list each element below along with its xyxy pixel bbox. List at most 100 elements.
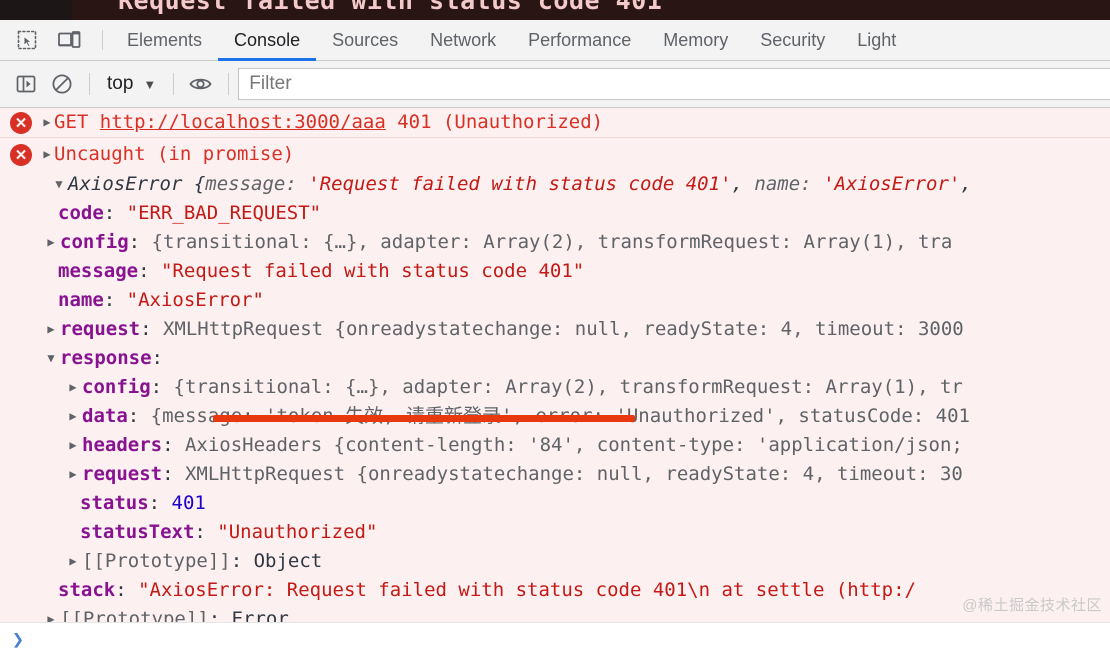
expand-arrow-icon[interactable]: ▶ xyxy=(66,547,80,576)
property-separator: : xyxy=(230,550,254,572)
expand-arrow-icon[interactable]: ▶ xyxy=(66,460,80,489)
devtools-panel: Elements Console Sources Network Perform… xyxy=(0,20,1110,656)
property-value-preview: XMLHttpRequest {onreadystatechange: null… xyxy=(162,318,964,340)
property-row-response-statustext[interactable]: statusText: "Unauthorized" xyxy=(0,518,1110,547)
toolbar-divider-1 xyxy=(89,73,90,95)
tab-memory[interactable]: Memory xyxy=(647,20,744,60)
tab-elements[interactable]: Elements xyxy=(111,20,218,60)
tab-sources-label: Sources xyxy=(332,29,399,50)
preview-sep-1: , xyxy=(731,173,743,195)
property-row-code[interactable]: code: "ERR_BAD_REQUEST" xyxy=(0,199,1110,228)
property-key: name xyxy=(58,289,104,311)
property-separator: : xyxy=(140,318,163,340)
property-row-response-headers[interactable]: ▶ headers: AxiosHeaders {content-length:… xyxy=(0,431,1110,460)
tab-lighthouse[interactable]: Light xyxy=(841,20,896,60)
collapse-arrow-icon[interactable]: ▼ xyxy=(44,344,58,373)
watermark: @稀土掘金技术社区 xyxy=(962,597,1102,614)
property-key: data xyxy=(82,405,128,427)
preview-key-name: name: xyxy=(754,173,812,195)
expand-arrow-icon[interactable]: ▶ xyxy=(40,108,54,137)
property-row-response-request[interactable]: ▶ request: XMLHttpRequest {onreadystatec… xyxy=(0,460,1110,489)
property-separator: : xyxy=(194,521,218,543)
tab-performance[interactable]: Performance xyxy=(512,20,647,60)
property-separator: : xyxy=(162,463,185,485)
console-prompt[interactable]: ❯ xyxy=(0,622,1110,656)
tab-network-label: Network xyxy=(430,29,497,50)
uncaught-label: Uncaught (in promise) xyxy=(54,143,295,165)
error-object-header[interactable]: ▼ AxiosError {message: 'Request failed w… xyxy=(0,170,1110,199)
property-separator: : xyxy=(148,492,172,514)
tab-performance-label: Performance xyxy=(528,29,632,50)
property-row-response[interactable]: ▼ response: xyxy=(0,344,1110,373)
expand-arrow-icon[interactable]: ▶ xyxy=(66,402,80,431)
property-key: statusText xyxy=(80,521,195,543)
execution-context-selector[interactable]: top ▼ xyxy=(99,69,164,99)
property-key: code xyxy=(58,202,104,224)
expand-arrow-icon[interactable]: ▶ xyxy=(66,373,80,402)
property-row-name[interactable]: name: "AxiosError" xyxy=(0,286,1110,315)
expand-arrow-icon[interactable]: ▶ xyxy=(44,315,58,344)
red-underline-annotation xyxy=(213,415,635,422)
page-error-banner: Request failed with status code 401 xyxy=(0,0,1110,20)
property-separator: : xyxy=(103,202,127,224)
expand-arrow-icon[interactable]: ▶ xyxy=(44,228,58,257)
property-key: config xyxy=(82,376,151,398)
device-toolbar-icon[interactable] xyxy=(52,25,86,55)
property-row-response-status[interactable]: status: 401 xyxy=(0,489,1110,518)
devtools-screenshot: Request failed with status code 401 Elem… xyxy=(0,0,1110,656)
property-value-preview: XMLHttpRequest {onreadystatechange: null… xyxy=(184,463,963,485)
property-value-preview: {transitional: {…}, adapter: Array(2), t… xyxy=(173,376,963,398)
property-row-config[interactable]: ▶ config: {transitional: {…}, adapter: A… xyxy=(0,228,1110,257)
console-message-network-error[interactable]: ✕ ▶ GET http://localhost:3000/aaa 401 (U… xyxy=(0,108,1110,138)
property-key: config xyxy=(60,231,129,253)
request-method: GET xyxy=(54,111,89,133)
property-row-stack[interactable]: stack: "AxiosError: Request failed with … xyxy=(0,576,1110,605)
tab-console-label: Console xyxy=(234,29,301,50)
inspect-element-icon[interactable] xyxy=(10,25,44,55)
expand-arrow-icon[interactable]: ▶ xyxy=(66,431,80,460)
tab-security[interactable]: Security xyxy=(744,20,841,60)
prototype-key: [[Prototype]] xyxy=(82,550,231,572)
property-row-message[interactable]: message: "Request failed with status cod… xyxy=(0,257,1110,286)
error-icon: ✕ xyxy=(10,112,32,134)
property-separator: : xyxy=(115,579,139,601)
uncaught-header-row[interactable]: ✕ ▶ Uncaught (in promise) xyxy=(0,140,1110,170)
page-banner-corner xyxy=(0,0,72,20)
tab-console[interactable]: Console xyxy=(218,20,317,61)
console-message-uncaught-error[interactable]: ✕ ▶ Uncaught (in promise) ▼ AxiosError {… xyxy=(0,138,1110,639)
property-value: "AxiosError: Request failed with status … xyxy=(138,579,916,601)
tab-elements-label: Elements xyxy=(127,29,203,50)
property-value: "ERR_BAD_REQUEST" xyxy=(126,202,322,224)
preview-value-message: 'Request failed with status code 401' xyxy=(308,173,732,195)
error-icon: ✕ xyxy=(10,144,32,166)
property-key: stack xyxy=(58,579,116,601)
live-expression-eye-icon[interactable] xyxy=(183,68,219,100)
tab-sources[interactable]: Sources xyxy=(316,20,414,60)
error-open-brace: { xyxy=(182,173,206,195)
property-separator: : xyxy=(150,376,174,398)
console-sidebar-icon[interactable] xyxy=(8,68,44,100)
tab-memory-label: Memory xyxy=(663,29,729,50)
tab-security-label: Security xyxy=(760,29,826,50)
execution-context-value: top xyxy=(107,73,134,94)
property-value: "Request failed with status code 401" xyxy=(160,260,585,282)
expand-arrow-icon[interactable]: ▶ xyxy=(40,140,54,169)
tab-network[interactable]: Network xyxy=(414,20,512,60)
error-ctor: AxiosError xyxy=(68,173,183,195)
tabbar-divider xyxy=(102,30,103,50)
property-row-request[interactable]: ▶ request: XMLHttpRequest {onreadystatec… xyxy=(0,315,1110,344)
property-row-response-config[interactable]: ▶ config: {transitional: {…}, adapter: A… xyxy=(0,373,1110,402)
property-row-response-prototype[interactable]: ▶ [[Prototype]]: Object xyxy=(0,547,1110,576)
tab-lighthouse-label: Light xyxy=(857,29,897,50)
filter-input[interactable] xyxy=(238,68,1110,100)
property-separator: : xyxy=(103,289,127,311)
property-key: request xyxy=(82,463,163,485)
request-status: 401 (Unauthorized) xyxy=(397,111,604,133)
property-separator: : xyxy=(162,434,185,456)
clear-console-icon[interactable] xyxy=(44,68,80,100)
property-key: headers xyxy=(82,434,163,456)
collapse-arrow-icon[interactable]: ▼ xyxy=(52,170,66,199)
console-messages[interactable]: ✕ ▶ GET http://localhost:3000/aaa 401 (U… xyxy=(0,108,1110,656)
property-value: "Unauthorized" xyxy=(217,521,378,543)
request-url-link[interactable]: http://localhost:3000/aaa xyxy=(100,111,386,133)
